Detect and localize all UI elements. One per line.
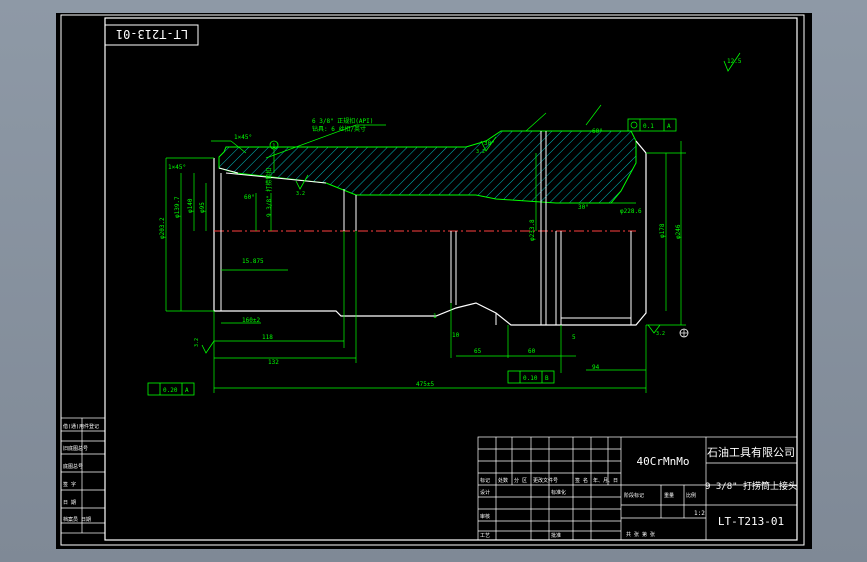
- hatched-wall: [218, 130, 637, 204]
- top-code-box: LT-T213-01: [104, 24, 199, 46]
- svg-text:签 名: 签 名: [575, 477, 588, 484]
- thread-left-label-2: 钻具: 6 丝扣/英寸: [312, 125, 366, 133]
- svg-text:比例: 比例: [686, 492, 696, 499]
- scale-value: 1:2: [694, 510, 705, 517]
- angle-4: 60°: [592, 128, 603, 135]
- outer-frame: [60, 14, 805, 546]
- roughness-1: 3.2: [194, 338, 215, 354]
- tolerance-frame-1: 0.20 A: [147, 382, 195, 396]
- side-label-3: 底图总号: [63, 463, 83, 470]
- chamfer-label-1: 1×45°: [234, 134, 252, 141]
- svg-text:处数: 处数: [498, 477, 508, 484]
- dim-dia-2: φ139.7: [174, 196, 181, 218]
- dim-dia-8: φ228.6: [620, 208, 642, 215]
- dim-dia-7: φ246: [675, 224, 682, 239]
- svg-text:工艺: 工艺: [480, 533, 490, 539]
- svg-text:0.10: 0.10: [523, 375, 538, 382]
- dim-len-1b: 1: [433, 313, 437, 320]
- svg-text:重量: 重量: [664, 492, 674, 499]
- svg-text:标记: 标记: [480, 477, 490, 484]
- top-code-text: LT-T213-01: [116, 27, 188, 41]
- svg-text:3.2: 3.2: [476, 149, 485, 155]
- svg-text:更改文件号: 更改文件号: [533, 477, 558, 484]
- svg-text:标准化: 标准化: [551, 489, 566, 496]
- material-text: 40CrMnMo: [637, 455, 690, 468]
- svg-text:B: B: [545, 375, 549, 382]
- tolerance-frame-2: 0.10 B: [507, 370, 555, 384]
- dim-dia-4: φ95: [199, 202, 206, 213]
- dim-len-total: 475±5: [416, 381, 434, 388]
- roughness-general: 12.5: [723, 52, 742, 72]
- svg-text:A: A: [185, 387, 189, 394]
- cad-viewport[interactable]: LT-T213-01 借(通)用件登记 旧底图总号 底图总号 签 字 日 期 档…: [0, 0, 867, 562]
- drawing-number: LT-T213-01: [718, 515, 784, 528]
- svg-text:1: 1: [272, 143, 276, 150]
- chamfer-label-2: 1×45°: [168, 164, 186, 171]
- side-label-6: 档案员 日期: [63, 516, 91, 523]
- part-section: [213, 130, 647, 326]
- dim-len-5: 5: [572, 334, 576, 341]
- company-name: 石油工具有限公司: [707, 445, 795, 459]
- svg-text:设计: 设计: [480, 489, 490, 496]
- dim-len-94: 94: [592, 364, 600, 371]
- side-label-5: 日 期: [63, 500, 76, 506]
- drawing-sheet[interactable]: LT-T213-01 借(通)用件登记 旧底图总号 底图总号 签 字 日 期 档…: [56, 13, 812, 549]
- dim-dia-3: φ140: [187, 198, 194, 213]
- dim-len-3: 132: [268, 359, 279, 366]
- dim-dia-5: φ233.8: [529, 219, 536, 241]
- svg-text:3.2: 3.2: [296, 191, 305, 197]
- dim-len-65: 65: [474, 348, 482, 355]
- dim-15: 15.875: [242, 258, 264, 265]
- svg-text:0.20: 0.20: [163, 387, 178, 394]
- dim-len-1: 160±2: [242, 317, 260, 324]
- side-block: [60, 417, 106, 534]
- svg-text:12.5: 12.5: [727, 58, 742, 65]
- svg-text:审核: 审核: [480, 513, 490, 520]
- svg-text:分 区: 分 区: [514, 477, 527, 484]
- svg-text:批准: 批准: [551, 532, 561, 539]
- svg-text:共 张 第 张: 共 张 第 张: [626, 531, 655, 538]
- tolerance-frame-3: 0.1 A: [627, 118, 677, 132]
- side-label-1: 借(通)用件登记: [63, 423, 99, 430]
- svg-text:0.1: 0.1: [643, 123, 654, 130]
- part-name: 9 3/8" 打捞筒上接头: [705, 480, 797, 492]
- drawing-canvas[interactable]: LT-T213-01 借(通)用件登记 旧底图总号 底图总号 签 字 日 期 档…: [56, 13, 812, 549]
- dim-dia-1: φ203.2: [159, 217, 166, 239]
- svg-text:阶段标记: 阶段标记: [624, 492, 644, 499]
- angle-1: 60°: [244, 194, 255, 201]
- svg-text:3.2: 3.2: [194, 338, 200, 347]
- svg-text:年、月、日: 年、月、日: [593, 477, 618, 484]
- dim-len-2: 118: [262, 334, 273, 341]
- dim-len-60: 60: [528, 348, 536, 355]
- side-label-4: 签 字: [63, 481, 76, 488]
- datum-marker-2: [679, 328, 689, 338]
- roughness-2: 3.2: [647, 324, 665, 337]
- side-label-2: 旧底图总号: [63, 445, 88, 452]
- svg-text:A: A: [667, 123, 671, 130]
- dim-len-10: 10: [452, 332, 460, 339]
- angle-3: 30°: [578, 204, 589, 211]
- svg-text:3.2: 3.2: [656, 331, 665, 337]
- dim-dia-6: φ178: [659, 223, 666, 238]
- thread-right-label: 9 3/8" 打捞筒扣: [265, 168, 273, 217]
- thread-left-label: 6 3/8" 正规扣(API): [312, 117, 373, 125]
